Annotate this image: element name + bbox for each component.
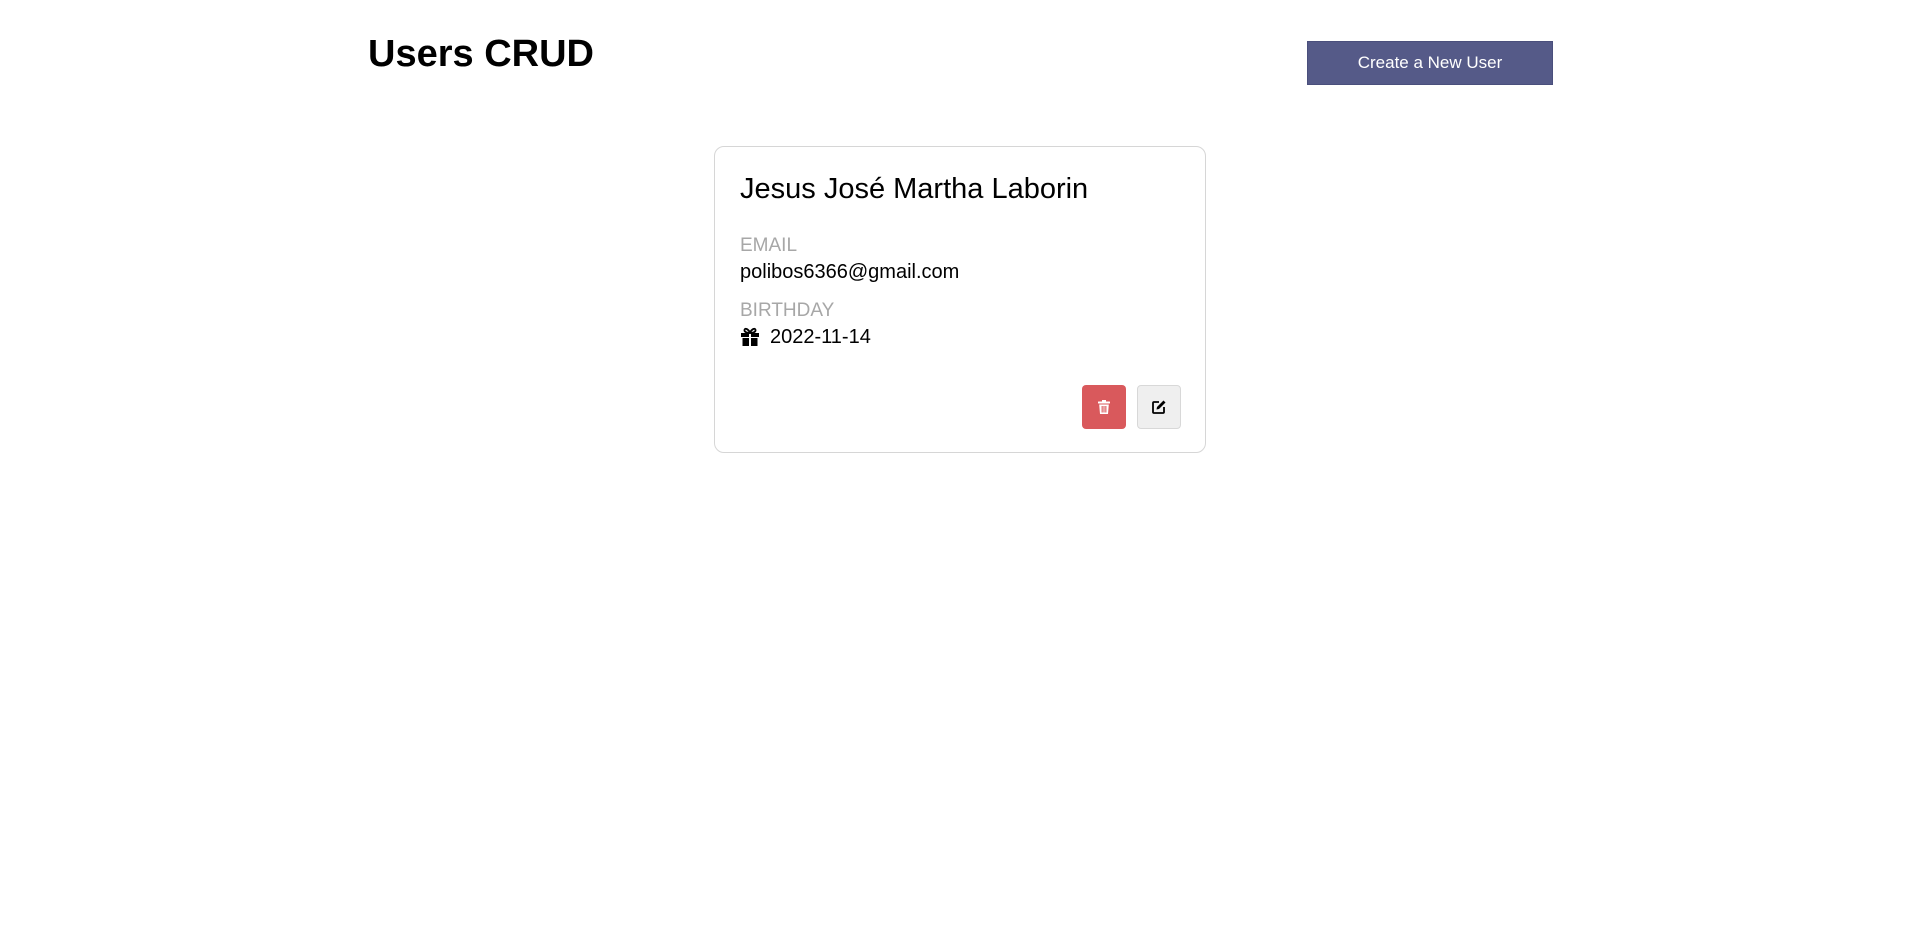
email-value: polibos6366@gmail.com [740,261,960,283]
email-label: EMAIL [740,235,798,256]
gift-icon [740,327,760,347]
user-card: Jesus José Martha Laborin EMAIL polibos6… [714,146,1206,453]
birthday-value: 2022-11-14 [770,326,871,348]
user-name: Jesus José Martha Laborin [740,173,1089,205]
birthday-label: BIRTHDAY [740,300,835,321]
create-user-button[interactable]: Create a New User [1307,41,1553,85]
page-header: Users CRUD Create a New User [0,0,1915,110]
birthday-row: 2022-11-14 [740,324,871,350]
page-title: Users CRUD [368,33,594,75]
edit-user-button[interactable] [1137,385,1181,429]
delete-user-button[interactable] [1082,385,1126,429]
edit-icon [1151,399,1167,415]
trash-icon [1096,399,1112,415]
